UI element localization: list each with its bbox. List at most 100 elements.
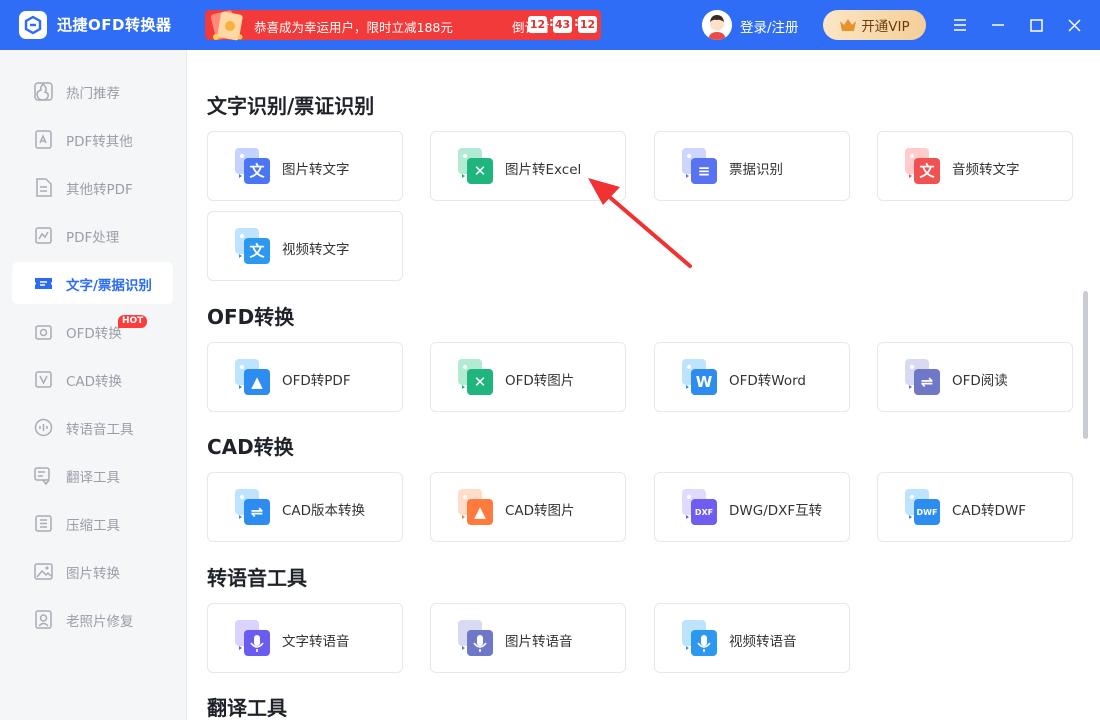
promo-text: 恭喜成为幸运用户，限时立减188元	[254, 20, 453, 35]
countdown-hours: 12	[528, 16, 547, 33]
menu-button[interactable]	[947, 12, 973, 38]
svg-text:≡: ≡	[698, 162, 711, 180]
svg-text:✕: ✕	[474, 373, 487, 391]
sidebar-item-3[interactable]: PDF处理	[12, 214, 173, 256]
translate-icon	[33, 465, 54, 486]
sidebar-item-0[interactable]: 热门推荐	[12, 70, 173, 112]
to-pdf-icon	[33, 177, 54, 198]
svg-text:文: 文	[249, 242, 265, 260]
login-link[interactable]: 登录/注册	[740, 16, 799, 36]
sidebar-item-5[interactable]: OFD转换 HOT	[12, 310, 173, 352]
tool-card[interactable]: ⇌ OFD阅读	[877, 342, 1073, 412]
tool-card[interactable]: ✕ 图片转Excel	[430, 131, 626, 201]
svg-text:文: 文	[249, 162, 265, 180]
image-to-speech-icon	[456, 618, 498, 660]
tool-card[interactable]: ✕ OFD转图片	[430, 342, 626, 412]
svg-text:DWF: DWF	[917, 508, 938, 517]
svg-text:▲: ▲	[474, 503, 486, 521]
tool-card-label: 票据识别	[729, 162, 783, 178]
tool-card-label: 图片转文字	[282, 162, 350, 178]
sidebar-item-8[interactable]: 翻译工具	[12, 454, 173, 496]
image-convert-icon	[33, 561, 54, 582]
tool-card-label: 视频转语音	[729, 634, 797, 650]
red-envelope-icon	[210, 10, 243, 41]
image-to-text-icon: 文	[233, 146, 275, 188]
scrollbar[interactable]	[1083, 291, 1088, 439]
app-title: 迅捷OFD转换器	[57, 16, 172, 34]
close-button[interactable]	[1061, 12, 1087, 38]
tool-card[interactable]: 文字转语音	[207, 603, 403, 673]
user-avatar[interactable]	[702, 10, 732, 40]
svg-text:文: 文	[919, 162, 935, 180]
ofd-reader-icon: ⇌	[903, 357, 945, 399]
sidebar-item-6[interactable]: CAD转换	[12, 358, 173, 400]
tool-card[interactable]: DXF DWG/DXF互转	[654, 472, 850, 542]
tool-card[interactable]: 视频转语音	[654, 603, 850, 673]
tool-card[interactable]: 文 音频转文字	[877, 131, 1073, 201]
tool-card[interactable]: 文 视频转文字	[207, 211, 403, 281]
tool-card[interactable]: 图片转语音	[430, 603, 626, 673]
tool-card-label: CAD版本转换	[282, 503, 366, 519]
sidebar-item-label: OFD转换	[66, 326, 122, 342]
tool-card[interactable]: ▲ OFD转PDF	[207, 342, 403, 412]
ofd-convert-icon	[33, 321, 54, 342]
svg-text:⇌: ⇌	[251, 503, 264, 521]
photo-restore-icon	[33, 609, 54, 630]
sidebar-item-label: 热门推荐	[66, 86, 120, 102]
sidebar-item-2[interactable]: 其他转PDF	[12, 166, 173, 208]
vip-button[interactable]: 开通VIP	[823, 10, 926, 40]
ocr-ticket-icon	[33, 273, 54, 294]
cad-convert-icon	[33, 369, 54, 390]
tool-card[interactable]: ≡ 票据识别	[654, 131, 850, 201]
sidebar-item-1[interactable]: PDF转其他	[12, 118, 173, 160]
sidebar-item-label: PDF转其他	[66, 134, 133, 150]
sidebar-item-label: 压缩工具	[66, 518, 120, 534]
sidebar-item-11[interactable]: 老照片修复	[12, 598, 173, 640]
sidebar-item-7[interactable]: 转语音工具	[12, 406, 173, 448]
sidebar-item-label: 老照片修复	[66, 614, 134, 630]
tool-card[interactable]: 文 图片转文字	[207, 131, 403, 201]
sidebar-item-label: 翻译工具	[66, 470, 120, 486]
section-title: CAD转换	[207, 435, 294, 459]
tool-card[interactable]: ⇌ CAD版本转换	[207, 472, 403, 542]
sidebar-item-label: 文字/票据识别	[66, 278, 152, 294]
sidebar-item-10[interactable]: 图片转换	[12, 550, 173, 592]
svg-text:DXF: DXF	[695, 508, 713, 517]
app-logo-icon	[19, 11, 47, 39]
svg-text:✕: ✕	[474, 162, 487, 180]
hot-recommend-icon	[33, 81, 54, 102]
menu-icon	[954, 19, 966, 31]
tool-card-label: CAD转图片	[505, 503, 575, 519]
tool-card[interactable]: W OFD转Word	[654, 342, 850, 412]
tool-card-label: 文字转语音	[282, 634, 350, 650]
sidebar-item-4[interactable]: 文字/票据识别	[12, 262, 173, 304]
section-title: 翻译工具	[207, 696, 287, 720]
promo-banner[interactable]: 恭喜成为幸运用户，限时立减188元 倒计时 12 : 43 : 12	[205, 10, 601, 41]
hot-badge: HOT	[118, 315, 148, 328]
tool-card-label: DWG/DXF互转	[729, 503, 823, 519]
sidebar-item-label: CAD转换	[66, 374, 123, 390]
image-to-excel-icon: ✕	[456, 146, 498, 188]
tool-card-label: 图片转语音	[505, 634, 573, 650]
maximize-icon	[1029, 18, 1043, 32]
tool-card-label: OFD转图片	[505, 373, 575, 389]
minimize-button[interactable]	[985, 12, 1011, 38]
maximize-button[interactable]	[1023, 12, 1049, 38]
close-icon	[1067, 18, 1081, 32]
video-to-text-icon: 文	[233, 226, 275, 268]
countdown-seconds: 12	[578, 16, 597, 33]
tool-card[interactable]: ▲ CAD转图片	[430, 472, 626, 542]
ofd-to-image-icon: ✕	[456, 357, 498, 399]
sidebar-item-9[interactable]: 压缩工具	[12, 502, 173, 544]
tool-card-label: 图片转Excel	[505, 162, 582, 178]
cad-version-icon: ⇌	[233, 487, 275, 529]
tool-card-label: OFD阅读	[952, 373, 1008, 389]
cad-to-image-icon: ▲	[456, 487, 498, 529]
compress-icon	[33, 513, 54, 534]
countdown-minutes: 43	[553, 16, 572, 33]
svg-text:▲: ▲	[251, 373, 263, 391]
ofd-to-word-icon: W	[680, 357, 722, 399]
pdf-process-icon	[33, 225, 54, 246]
tool-card[interactable]: DWF CAD转DWF	[877, 472, 1073, 542]
tool-card-label: OFD转PDF	[282, 373, 351, 389]
